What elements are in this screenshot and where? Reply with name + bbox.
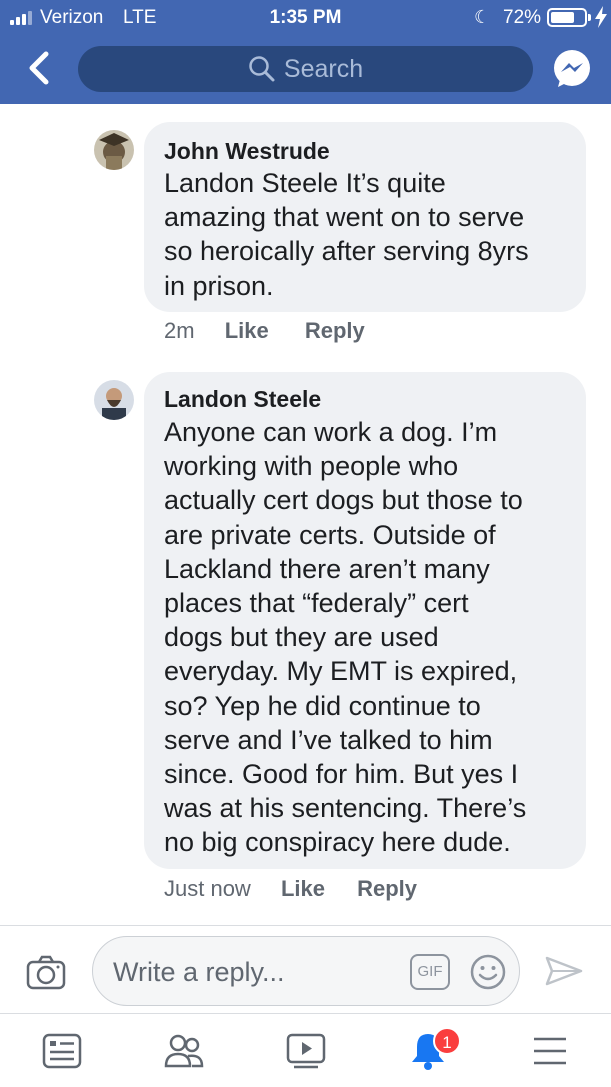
- top-header: Verizon LTE 1:35 PM ☾ 72% Search: [0, 0, 611, 104]
- comment-bubble: Landon Steele Anyone can work a dog. I’m…: [144, 372, 586, 869]
- like-button[interactable]: Like: [225, 318, 269, 343]
- comment-author[interactable]: Landon Steele: [164, 386, 321, 413]
- bottom-tab-bar: [0, 1013, 611, 1087]
- messenger-icon[interactable]: [550, 47, 594, 91]
- comment-timestamp: 2m: [164, 318, 195, 343]
- comment-line: so heroically after serving 8yrs: [164, 236, 529, 267]
- reply-composer: Write a reply... GIF: [0, 925, 611, 1013]
- comment-bubble: John Westrude Landon Steele It’s quite a…: [144, 122, 586, 312]
- send-icon[interactable]: [544, 954, 584, 988]
- avatar-landon-steele[interactable]: [94, 380, 134, 420]
- comment-timestamp: Just now: [164, 876, 251, 901]
- charging-bolt-icon: [595, 6, 607, 28]
- camera-icon[interactable]: [26, 954, 66, 990]
- comment-line: in prison.: [164, 270, 274, 301]
- battery-level-fill: [551, 12, 574, 23]
- comment-line: actually cert dogs but those to: [164, 485, 523, 516]
- menu-hamburger-icon[interactable]: [528, 1030, 572, 1072]
- watch-video-icon[interactable]: [284, 1030, 328, 1072]
- comment-line: since. Good for him. But yes I: [164, 759, 519, 790]
- battery-percent: 72%: [503, 7, 542, 28]
- comment-line: Landon Steele It’s quite: [164, 168, 446, 198]
- comment-line: places that “federaly” cert: [164, 588, 469, 619]
- reply-button[interactable]: Reply: [305, 318, 365, 343]
- comment-line: everyday. My EMT is expired,: [164, 656, 518, 687]
- comment-line: was at his sentencing. There’s: [164, 793, 527, 824]
- like-button[interactable]: Like: [281, 876, 325, 901]
- gif-button[interactable]: GIF: [410, 954, 450, 990]
- search-input[interactable]: Search: [78, 46, 533, 92]
- comment-text: Landon Steele It’s quite amazing that we…: [164, 166, 529, 303]
- emoji-icon[interactable]: [469, 953, 507, 991]
- comment-actions: Just now Like Reply: [164, 876, 417, 902]
- comment-line: so? Yep he did continue to: [164, 690, 481, 721]
- comment-line: Anyone can work a dog. I’m: [164, 417, 498, 447]
- comment-line: working with people who: [164, 451, 459, 482]
- reply-button[interactable]: Reply: [357, 876, 417, 901]
- back-chevron-icon[interactable]: [24, 50, 58, 86]
- comment-line: are private certs. Outside of: [164, 519, 496, 550]
- comment-line: no big conspiracy here dude.: [164, 827, 511, 858]
- comment-line: dogs but they are used: [164, 622, 439, 653]
- battery-icon: [547, 8, 587, 27]
- comment-line: Lackland there aren’t many: [164, 553, 490, 584]
- comment-author[interactable]: John Westrude: [164, 138, 330, 165]
- friends-icon[interactable]: [162, 1030, 206, 1072]
- status-bar: Verizon LTE 1:35 PM ☾ 72%: [0, 0, 611, 36]
- reply-input[interactable]: Write a reply... GIF: [92, 936, 520, 1006]
- notification-count-badge: 1: [433, 1027, 461, 1055]
- battery-cap: [588, 14, 591, 21]
- comment-actions: 2m Like Reply: [164, 318, 365, 344]
- search-icon: [249, 56, 275, 82]
- do-not-disturb-icon: ☾: [474, 7, 491, 27]
- avatar-john-westrude[interactable]: [94, 130, 134, 170]
- comment-line: serve and I’ve talked to him: [164, 724, 493, 755]
- search-placeholder: Search: [283, 54, 364, 83]
- news-feed-icon[interactable]: [40, 1030, 84, 1072]
- comment-text: Anyone can work a dog. I’m working with …: [164, 415, 526, 860]
- comment-line: amazing that went on to serve: [164, 202, 525, 233]
- reply-placeholder: Write a reply...: [113, 957, 285, 987]
